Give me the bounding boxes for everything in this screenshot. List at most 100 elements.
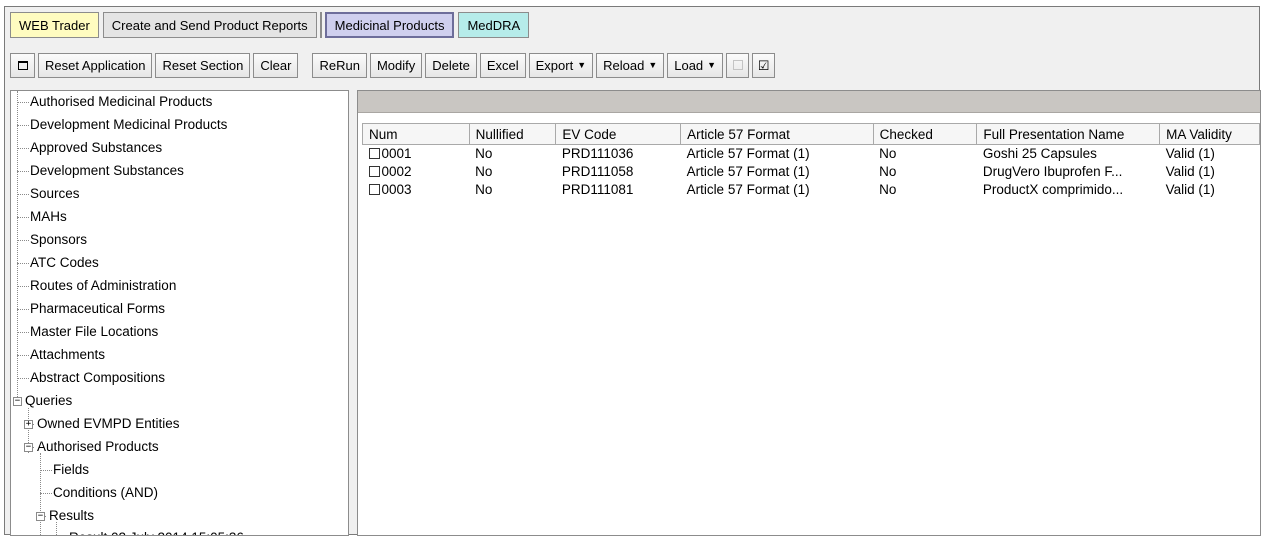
results-header-strip [358, 91, 1260, 113]
tab-separator [319, 12, 322, 38]
cell-num: 0002 [381, 164, 412, 179]
modify-button[interactable]: Modify [369, 52, 423, 78]
tree-item-sponsors[interactable]: Sponsors [30, 230, 87, 250]
reload-label: Reload [603, 57, 645, 73]
table-row[interactable]: 0001 No PRD111036 Article 57 Format (1) … [363, 145, 1260, 163]
tree-item-mahs[interactable]: MAHs [30, 207, 67, 227]
load-label: Load [674, 57, 704, 73]
tree-connector [17, 332, 29, 333]
results-table: Num Nullified EV Code Article 57 Format … [362, 123, 1260, 199]
tree-item-conditions[interactable]: Conditions (AND) [53, 483, 158, 503]
column-header-ev-code[interactable]: EV Code [555, 123, 682, 145]
tree-connector [17, 91, 18, 397]
tree-connector [56, 522, 57, 535]
reset-application-button[interactable]: Reset Application [38, 52, 153, 78]
row-select-cell[interactable]: 0002 [363, 163, 470, 181]
tree-item-queries[interactable]: Queries [25, 391, 72, 411]
cell-checked: No [879, 164, 897, 179]
cell-ma-validity: Valid (1) [1165, 164, 1215, 179]
square-icon [17, 60, 28, 70]
row-checkbox[interactable] [368, 184, 380, 195]
tab-meddra[interactable]: MedDRA [458, 12, 530, 38]
tree-connector [17, 355, 29, 356]
tree-item-authorised-products[interactable]: Authorised Products [37, 437, 159, 457]
column-header-full-presentation-name[interactable]: Full Presentation Name [976, 123, 1161, 145]
reload-dropdown-button[interactable]: Reload ▼ [596, 52, 665, 78]
excel-button[interactable]: Excel [479, 52, 526, 78]
tree-connector [40, 493, 52, 494]
cell-full-presentation-name: Goshi 25 Capsules [982, 146, 1097, 162]
tree-connector [17, 286, 29, 287]
expand-icon[interactable]: + [24, 420, 33, 429]
row-select-cell[interactable]: 0003 [363, 181, 470, 199]
clear-button[interactable]: Clear [253, 52, 299, 78]
column-header-ma-validity[interactable]: MA Validity [1159, 123, 1260, 145]
delete-button[interactable]: Delete [425, 52, 477, 78]
row-checkbox[interactable] [368, 148, 380, 160]
tab-web-trader[interactable]: WEB Trader [10, 12, 99, 38]
caret-down-icon: ▼ [577, 59, 587, 70]
cell-ev-code: PRD111036 [561, 146, 634, 162]
tree-connector [17, 378, 29, 379]
collapse-icon[interactable]: − [13, 397, 22, 406]
row-select-cell[interactable]: 0001 [363, 145, 470, 163]
tree-item-master-file-locations[interactable]: Master File Locations [30, 322, 158, 342]
column-header-nullified[interactable]: Nullified [468, 123, 557, 145]
tab-medicinal-products[interactable]: Medicinal Products [324, 12, 455, 38]
tree-connector [17, 309, 29, 310]
application-window: WEB Trader Create and Send Product Repor… [4, 6, 1261, 536]
collapse-icon[interactable]: − [36, 512, 45, 521]
tree-item-sources[interactable]: Sources [30, 184, 80, 204]
tree-connector [17, 171, 29, 172]
cell-full-presentation-name: DrugVero Ibuprofen F... [982, 164, 1123, 179]
tree-item-abstract-compositions[interactable]: Abstract Compositions [30, 368, 165, 388]
tree-item-development-medicinal-products[interactable]: Development Medicinal Products [30, 115, 227, 135]
checked-box-icon: ☑ [757, 57, 770, 73]
table-row[interactable]: 0003 No PRD111081 Article 57 Format (1) … [363, 181, 1260, 199]
column-header-num[interactable]: Num [362, 123, 470, 145]
cell-nullified: No [475, 164, 493, 179]
cell-article-57-format: Article 57 Format (1) [686, 146, 810, 162]
results-panel: Num Nullified EV Code Article 57 Format … [357, 90, 1261, 536]
cell-checked: No [879, 182, 897, 197]
empty-checkbox-icon [732, 60, 743, 70]
tree-connector [17, 194, 29, 195]
toolbar: Reset Application Reset Section Clear Re… [10, 52, 776, 78]
collapse-icon[interactable]: − [24, 443, 33, 452]
cell-ma-validity: Valid (1) [1165, 146, 1215, 162]
tree-item-development-substances[interactable]: Development Substances [30, 161, 184, 181]
tree-item-routes-of-administration[interactable]: Routes of Administration [30, 276, 176, 296]
check-all-button[interactable]: ☑ [752, 52, 776, 78]
tree-item-approved-substances[interactable]: Approved Substances [30, 138, 162, 158]
app-tab-bar: WEB Trader Create and Send Product Repor… [10, 12, 530, 38]
rerun-button[interactable]: ReRun [312, 52, 367, 78]
panel-toggle-button[interactable] [10, 52, 35, 78]
cell-article-57-format: Article 57 Format (1) [686, 182, 810, 197]
tree-connector [17, 217, 29, 218]
tab-create-send-reports[interactable]: Create and Send Product Reports [102, 12, 317, 38]
tree-item-atc-codes[interactable]: ATC Codes [30, 253, 99, 273]
tree-item-attachments[interactable]: Attachments [30, 345, 105, 365]
uncheck-all-button[interactable] [726, 52, 750, 78]
cell-ma-validity: Valid (1) [1165, 182, 1215, 197]
cell-full-presentation-name: ProductX comprimido... [982, 182, 1124, 197]
tree-connector [17, 148, 29, 149]
table-row[interactable]: 0002 No PRD111058 Article 57 Format (1) … [363, 163, 1260, 181]
tree-connector [17, 240, 29, 241]
cell-checked: No [879, 146, 897, 162]
tree-connector [40, 470, 52, 471]
tree-item-authorised-medicinal-products[interactable]: Authorised Medicinal Products [30, 92, 212, 112]
caret-down-icon: ▼ [707, 59, 717, 70]
cell-ev-code: PRD111081 [561, 182, 634, 197]
tree-item-pharmaceutical-forms[interactable]: Pharmaceutical Forms [30, 299, 165, 319]
export-dropdown-button[interactable]: Export ▼ [528, 52, 594, 78]
row-checkbox[interactable] [368, 166, 380, 177]
column-header-article-57-format[interactable]: Article 57 Format [680, 123, 874, 145]
cell-ev-code: PRD111058 [561, 164, 634, 179]
reset-section-button[interactable]: Reset Section [155, 52, 251, 78]
tree-item-fields[interactable]: Fields [53, 460, 89, 480]
load-dropdown-button[interactable]: Load ▼ [667, 52, 724, 78]
column-header-checked[interactable]: Checked [872, 123, 978, 145]
table-header-row: Num Nullified EV Code Article 57 Format … [362, 123, 1260, 145]
tree-item-owned-evmpd-entities[interactable]: Owned EVMPD Entities [37, 414, 180, 434]
